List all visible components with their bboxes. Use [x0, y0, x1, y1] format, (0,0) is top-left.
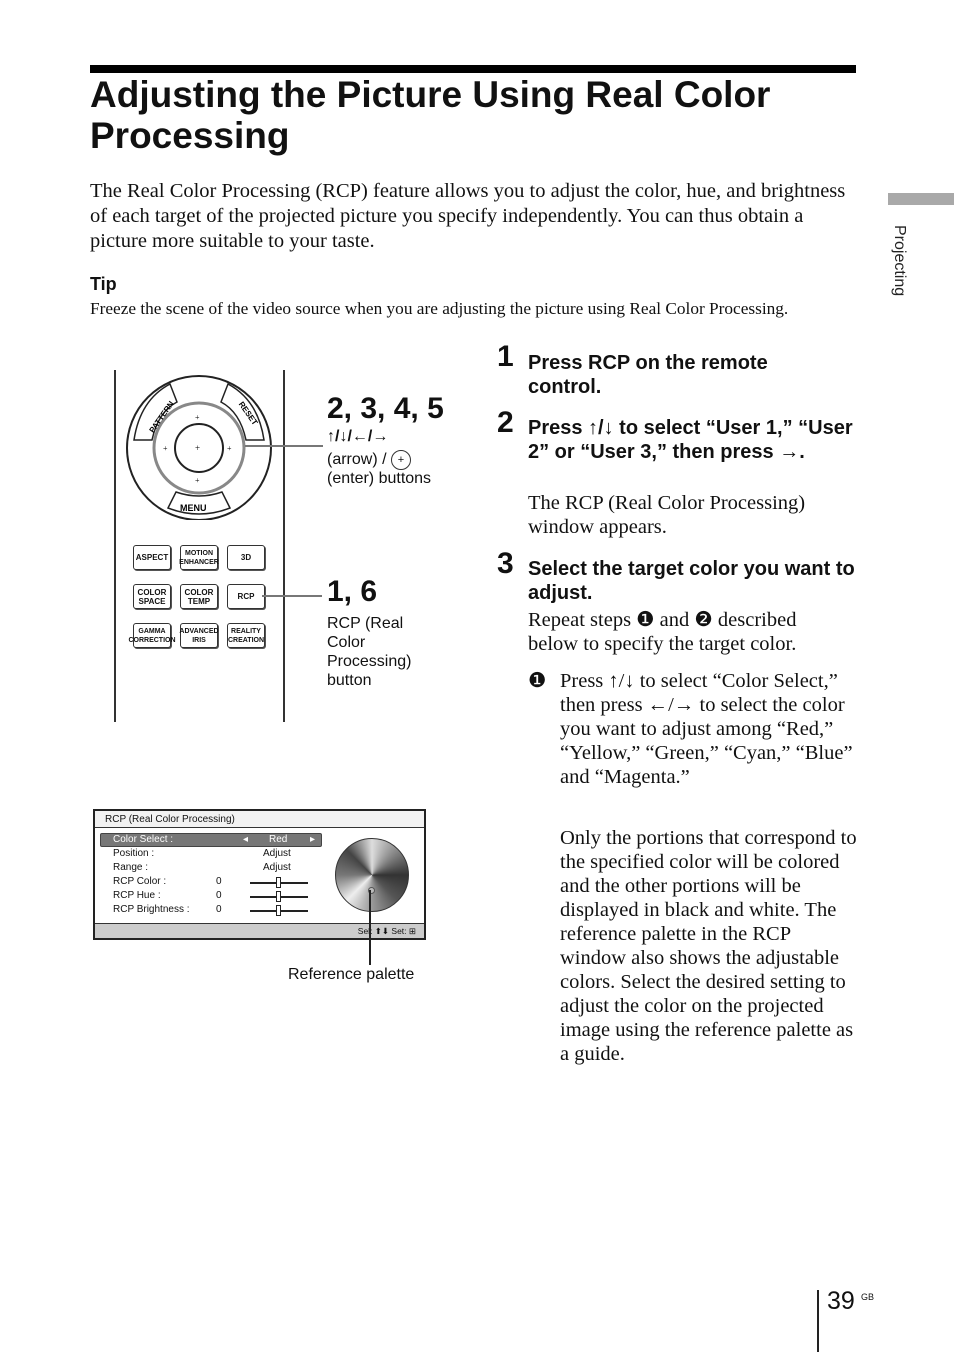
step-heading: Press RCP on the remote control. — [528, 352, 768, 398]
palette-callout-line — [369, 890, 371, 965]
remote-button-motion-enhancer: MOTION ENHANCER — [179, 545, 219, 570]
section-tab-bar — [888, 193, 954, 205]
callout-arrow-text: (arrow) / — [327, 451, 387, 469]
remote-button-reality-creation: REALITY CREATION — [227, 623, 265, 648]
remote-button-3d: 3D — [227, 545, 265, 570]
note-paragraph: Only the portions that correspond to the… — [560, 827, 857, 1065]
callout-line-arrows — [245, 445, 323, 447]
page-number: 39 — [827, 1287, 855, 1315]
osd-row-label: Color Select : — [113, 834, 174, 845]
osd-row-label: RCP Hue : — [113, 890, 161, 901]
remote-button-color-space: COLOR SPACE — [133, 584, 171, 609]
color-select-value: Red — [269, 834, 288, 845]
substep-text: Press ↑/↓ to select “Color Select,” then… — [560, 670, 853, 788]
arrow-icons: ↑/↓/←/→ — [327, 428, 389, 445]
callout-steps-arrows: 2, 3, 4, 5 — [327, 392, 444, 425]
intro-paragraph: The Real Color Processing (RCP) feature … — [90, 180, 846, 252]
svg-text:+: + — [163, 444, 168, 453]
rcp-hue-slider — [250, 891, 308, 902]
step-number: 3 — [497, 547, 514, 580]
rcp-color-slider — [250, 877, 308, 888]
svg-text:+: + — [195, 443, 200, 453]
osd-row-value: Adjust — [263, 848, 291, 859]
osd-row-value: 0 — [216, 904, 222, 915]
rcp-window: RCP (Real Color Processing) Color Select… — [93, 809, 426, 940]
page-number-divider — [817, 1290, 819, 1352]
svg-text:+: + — [227, 444, 232, 453]
osd-row-label: Range : — [113, 862, 149, 873]
step-body: The RCP (Real Color Processing) window a… — [528, 492, 806, 538]
osd-row-value: 0 — [216, 890, 222, 901]
left-arrow-icon: ◂ — [243, 834, 249, 845]
reference-palette — [335, 838, 409, 912]
right-arrow-icon: ▸ — [310, 834, 316, 845]
enter-icon: + — [391, 450, 412, 470]
rcp-window-title: RCP (Real Color Processing) — [95, 811, 424, 828]
tip-body: Freeze the scene of the video source whe… — [90, 299, 789, 318]
svg-text:+: + — [195, 413, 200, 422]
remote-button-aspect: ASPECT — [133, 545, 171, 570]
osd-row-label: RCP Color : — [113, 876, 167, 887]
osd-row-value: 0 — [216, 876, 222, 887]
rcp-brightness-slider — [250, 905, 308, 916]
title-rule — [90, 65, 856, 73]
osd-row-value: Adjust — [263, 862, 291, 873]
remote-button-gamma-correction: GAMMA CORRECTION — [128, 623, 176, 648]
step-number: 2 — [497, 406, 514, 439]
callout-enter-text: (enter) buttons — [327, 470, 432, 487]
section-tab-label: Projecting — [891, 225, 908, 297]
remote-button-color-temp: COLOR TEMP — [180, 584, 218, 609]
osd-row-label: Position : — [113, 848, 155, 859]
callout-rcp-text: RCP (Real Color Processing) button — [327, 615, 412, 689]
remote-edge-right — [283, 370, 285, 722]
remote-button-advanced-iris: ADVANCED IRIS — [179, 623, 219, 648]
remote-button-rcp: RCP — [227, 584, 265, 609]
menu-label: MENU — [180, 503, 207, 513]
svg-text:+: + — [195, 476, 200, 485]
osd-row-label: RCP Brightness : — [113, 904, 190, 915]
step-heading: Press ↑/↓ to select “User 1,” “User 2” o… — [528, 417, 853, 463]
substep-marker: ❶ — [528, 670, 547, 692]
callout-steps-rcp: 1, 6 — [327, 575, 378, 608]
page-region: GB — [861, 1292, 875, 1302]
step-heading: Select the target color you want to adju… — [528, 558, 855, 604]
step-body: Repeat steps ❶ and ❷ described below to … — [528, 609, 797, 655]
tip-heading: Tip — [90, 274, 117, 294]
osd-footer: Sel: ⬆⬇ Set: ⊞ — [95, 923, 424, 938]
step-number: 1 — [497, 340, 514, 373]
callout-line-rcp — [262, 595, 322, 597]
page-title: Adjusting the Picture Using Real Color P… — [90, 74, 771, 156]
reference-palette-caption: Reference palette — [288, 966, 415, 983]
remote-edge-left — [114, 370, 116, 722]
